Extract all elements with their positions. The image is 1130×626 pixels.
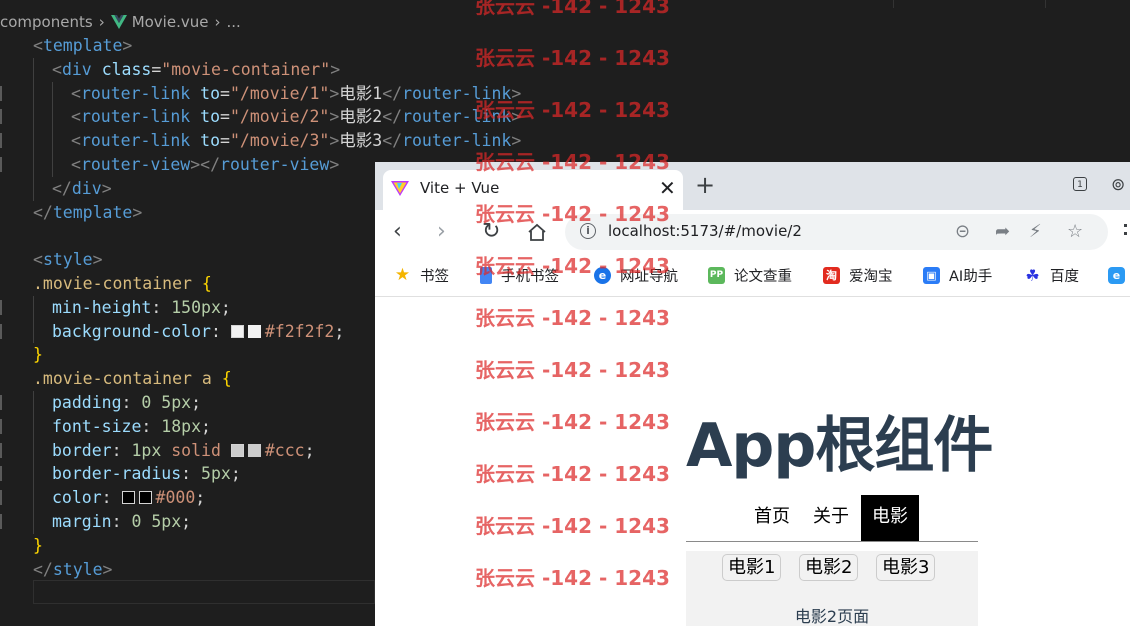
- pp-logo-icon: PP: [708, 266, 725, 284]
- url-text[interactable]: localhost:5173/#/movie/2: [608, 222, 802, 240]
- breadcrumb: components › Movie.vue › ...: [0, 10, 241, 34]
- bolt-icon[interactable]: ⚡: [1029, 221, 1042, 242]
- close-icon[interactable]: ✕: [659, 176, 676, 200]
- movie-link-3[interactable]: 电影3: [876, 554, 936, 581]
- vite-logo-icon: [391, 181, 409, 196]
- breadcrumb-folder[interactable]: components: [0, 13, 93, 31]
- more-menu-icon[interactable]: [1124, 224, 1130, 244]
- bookmark-item[interactable]: 手机书签: [480, 264, 559, 286]
- color-swatch[interactable]: [247, 443, 261, 457]
- movie-link-2[interactable]: 电影2: [799, 554, 859, 581]
- baidu-paw-icon: ☘: [1025, 265, 1040, 285]
- nav-link-movie[interactable]: 电影: [861, 495, 919, 541]
- color-swatch[interactable]: [121, 491, 135, 505]
- color-swatch[interactable]: [230, 443, 244, 457]
- tab-strip: Vite + Vue ✕ + 1 ⊚: [375, 162, 1130, 210]
- forward-icon[interactable]: ›: [437, 220, 446, 244]
- taobao-icon: 淘: [823, 266, 840, 284]
- bookmarks-bar: ★ 书签 手机书签 e 网址导航 PP 论文查重 淘 爱淘宝 ▣ AI助手 ☘ …: [375, 256, 1130, 297]
- color-swatch[interactable]: [138, 491, 152, 505]
- reload-icon[interactable]: ↻: [482, 220, 500, 244]
- code-line[interactable]: <router-link to="/movie/3">电影3</router-l…: [0, 129, 521, 153]
- incognito-icon[interactable]: ⊚: [1111, 175, 1125, 195]
- app-nav: 首页 关于 电影: [686, 495, 978, 542]
- info-icon[interactable]: i: [580, 223, 596, 239]
- editor-divider: [1045, 0, 1046, 8]
- bookmark-item[interactable]: ☘ 百度: [1024, 264, 1079, 286]
- chevron-right-icon: ›: [214, 13, 221, 31]
- editor-divider: [893, 0, 894, 8]
- nav-link-about[interactable]: 关于: [802, 495, 860, 541]
- current-line-highlight: [33, 580, 375, 604]
- tab-title: Vite + Vue: [420, 179, 500, 197]
- address-bar[interactable]: i localhost:5173/#/movie/2 ⊝ ➦ ⚡ ☆: [565, 214, 1108, 250]
- movie-container: 电影1 电影2 电影3 电影2页面: [686, 551, 978, 626]
- color-swatch[interactable]: [230, 324, 244, 338]
- code-line[interactable]: <router-link to="/movie/1">电影1</router-l…: [0, 81, 521, 106]
- code-line[interactable]: <router-link to="/movie/2">电影2</router-l…: [0, 105, 521, 130]
- page-title: App根组件: [686, 411, 993, 481]
- browser-tab[interactable]: Vite + Vue ✕: [383, 170, 683, 210]
- bookmark-item[interactable]: e: [1108, 264, 1130, 286]
- window-counter-icon[interactable]: 1: [1073, 177, 1087, 191]
- browser-toolbar: ‹ › ↻ i localhost:5173/#/movie/2 ⊝ ➦ ⚡ ☆: [375, 210, 1130, 256]
- page-viewport[interactable]: App根组件 首页 关于 电影 电影1 电影2 电影3 电影2页面: [375, 297, 1130, 626]
- phone-icon: [480, 266, 492, 284]
- movie-page-content: 电影2页面: [794, 607, 870, 626]
- extension-logo-icon: e: [1108, 266, 1125, 284]
- bookmark-item[interactable]: ▣ AI助手: [923, 264, 992, 286]
- chevron-right-icon: ›: [98, 13, 105, 31]
- ai-assistant-icon: ▣: [923, 266, 940, 284]
- zoom-out-icon[interactable]: ⊝: [955, 221, 970, 242]
- browser-window[interactable]: Vite + Vue ✕ + 1 ⊚ ‹ › ↻ i localhost:517…: [375, 162, 1130, 626]
- bookmark-item[interactable]: e 网址导航: [594, 264, 678, 286]
- code-line[interactable]: <template>: [0, 34, 521, 58]
- breadcrumb-symbol[interactable]: ...: [226, 13, 240, 31]
- ie-logo-icon: e: [594, 266, 611, 284]
- bookmark-item[interactable]: PP 论文查重: [708, 264, 792, 286]
- share-icon[interactable]: ➦: [995, 221, 1010, 242]
- movie-link-1[interactable]: 电影1: [722, 554, 782, 581]
- nav-link-home[interactable]: 首页: [743, 495, 801, 541]
- star-icon: ★: [394, 264, 411, 285]
- back-icon[interactable]: ‹: [393, 220, 402, 244]
- bookmark-item[interactable]: ★ 书签: [394, 264, 449, 286]
- new-tab-icon[interactable]: +: [695, 173, 715, 197]
- star-icon[interactable]: ☆: [1067, 221, 1083, 242]
- vue-file-icon: [110, 15, 127, 29]
- code-line[interactable]: <div class="movie-container">: [0, 57, 521, 82]
- color-swatch[interactable]: [247, 324, 261, 338]
- bookmark-item[interactable]: 淘 爱淘宝: [823, 264, 893, 286]
- home-icon[interactable]: [527, 223, 547, 243]
- breadcrumb-file[interactable]: Movie.vue: [132, 13, 209, 31]
